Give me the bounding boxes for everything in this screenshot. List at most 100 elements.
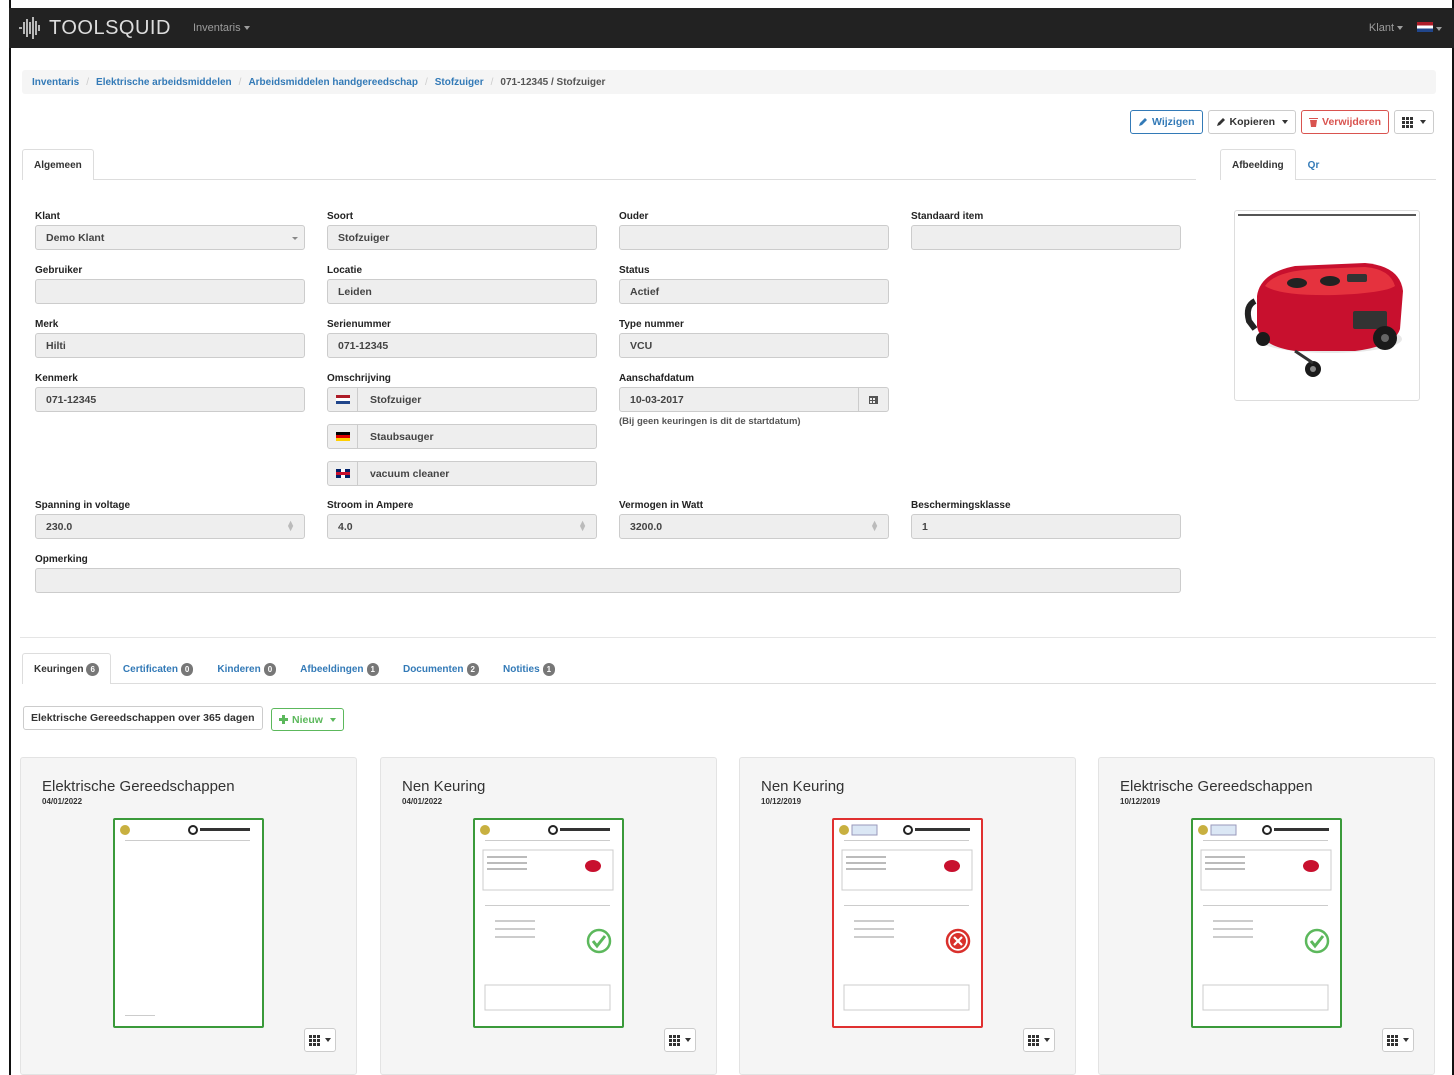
count-badge: 0 — [263, 662, 277, 676]
card-date: 10/12/2019 — [761, 797, 802, 806]
gebruiker-input[interactable] — [35, 279, 305, 304]
tab-algemeen[interactable]: Algemeen — [22, 149, 94, 180]
breadcrumb-current: 071-12345 / Stofzuiger — [500, 76, 606, 88]
breadcrumb-link[interactable]: Arbeidsmiddelen handgereedschap — [248, 77, 418, 88]
inspection-card[interactable]: Elektrische Gereedschappen 10/12/2019 — [1098, 757, 1435, 1075]
nav-menu-inventaris[interactable]: Inventaris — [193, 22, 250, 34]
copy-button-label: Kopieren — [1229, 116, 1276, 128]
card-date: 10/12/2019 — [1120, 797, 1161, 806]
omschrijving-de-input[interactable]: Staubsauger — [327, 424, 597, 449]
report-thumbnail[interactable] — [1191, 818, 1342, 1028]
tab-afbeelding[interactable]: Afbeelding — [1220, 149, 1296, 180]
omschrijving-en-input[interactable]: vacuum cleaner — [327, 461, 597, 486]
omschrijving-field: Omschrijving Stofzuiger Staubsauger vacu… — [327, 373, 597, 486]
spinner-icon[interactable]: ▲ ▼ — [578, 519, 587, 533]
edit-button[interactable]: Wijzigen — [1130, 110, 1203, 134]
serienummer-input[interactable]: 071-12345 — [327, 333, 597, 358]
status-input[interactable]: Actief — [619, 279, 889, 304]
ouder-label: Ouder — [619, 211, 649, 222]
tab-kinderen[interactable]: Kinderen 0 — [205, 653, 288, 684]
tab-notities[interactable]: Notities 1 — [491, 653, 567, 684]
card-options-button[interactable] — [664, 1028, 696, 1052]
spanning-input[interactable]: 230.0 ▲ ▼ — [35, 514, 305, 539]
status-label: Status — [619, 265, 650, 276]
spinner-icon[interactable]: ▲ ▼ — [286, 519, 295, 533]
inspection-card[interactable]: Nen Keuring 10/12/2019 — [739, 757, 1076, 1075]
grid-icon — [669, 1034, 680, 1046]
opmerking-label: Opmerking — [35, 554, 88, 565]
delete-button[interactable]: Verwijderen — [1301, 110, 1389, 134]
merk-field: Merk Hilti — [35, 319, 305, 358]
opmerking-input[interactable] — [35, 568, 1181, 593]
nav-client-menu[interactable]: Klant — [1369, 22, 1403, 34]
merk-input[interactable]: Hilti — [35, 333, 305, 358]
report-page-preview — [120, 825, 250, 1016]
copy-button[interactable]: Kopieren — [1207, 110, 1297, 134]
typenummer-input[interactable]: VCU — [619, 333, 889, 358]
card-options-button[interactable] — [1023, 1028, 1055, 1052]
nav-menu-label: Inventaris — [192, 22, 241, 34]
chevron-down-icon — [1282, 120, 1289, 124]
main-tabs: Algemeen — [22, 149, 1196, 180]
grid-icon — [309, 1034, 320, 1046]
section-divider — [20, 637, 1436, 638]
report-thumbnail[interactable] — [473, 818, 624, 1028]
beschermingsklasse-field: Beschermingsklasse 1 — [911, 500, 1181, 539]
spanning-value: 230.0 — [46, 520, 73, 533]
report-thumbnail[interactable] — [832, 818, 983, 1028]
kenmerk-input[interactable]: 071-12345 — [35, 387, 305, 412]
count-badge: 2 — [466, 662, 479, 676]
tab-label: Afbeeldingen — [300, 663, 364, 675]
language-menu[interactable] — [1417, 21, 1442, 35]
breadcrumb-separator: / — [424, 76, 428, 88]
delete-button-label: Verwijderen — [1322, 116, 1381, 128]
chevron-down-icon — [1397, 26, 1403, 31]
tab-certificaten[interactable]: Certificaten 0 — [111, 653, 205, 684]
card-options-button[interactable] — [304, 1028, 336, 1052]
more-options-button[interactable] — [1394, 110, 1434, 134]
tab-qr[interactable]: Qr — [1296, 149, 1332, 180]
report-page-preview — [839, 824, 973, 1011]
tab-keuringen[interactable]: Keuringen 6 — [22, 653, 111, 684]
product-image-frame[interactable] — [1234, 210, 1420, 401]
klant-select[interactable]: Demo Klant — [35, 225, 305, 250]
inspection-card[interactable]: Nen Keuring 04/01/2022 — [380, 757, 717, 1075]
spinner-icon[interactable]: ▲ ▼ — [870, 519, 879, 533]
locatie-input[interactable]: Leiden — [327, 279, 597, 304]
aanschafdatum-hint: (Bij geen keuringen is dit de startdatum… — [619, 416, 801, 427]
omschrijving-nl-input[interactable]: Stofzuiger — [327, 387, 597, 412]
inspection-card[interactable]: Elektrische Gereedschappen 04/01/2022 — [20, 757, 357, 1075]
breadcrumb-separator: / — [238, 76, 242, 88]
breadcrumb-link[interactable]: Stofzuiger — [435, 77, 484, 88]
new-button[interactable]: Nieuw — [271, 708, 344, 731]
klant-label: Klant — [35, 211, 60, 222]
gebruiker-label: Gebruiker — [35, 265, 83, 276]
card-options-button[interactable] — [1382, 1028, 1414, 1052]
vermogen-input[interactable]: 3200.0 ▲ ▼ — [619, 514, 889, 539]
calendar-button[interactable] — [858, 388, 888, 411]
flag-de-addon — [328, 425, 358, 448]
locatie-value: Leiden — [338, 285, 372, 298]
ouder-input[interactable] — [619, 225, 889, 250]
card-title: Elektrische Gereedschappen — [1120, 778, 1313, 795]
aanschafdatum-input[interactable]: 10-03-2017 — [619, 387, 889, 412]
chevron-down-icon — [325, 1038, 331, 1042]
edit-button-label: Wijzigen — [1152, 116, 1195, 128]
breadcrumb-link[interactable]: Elektrische arbeidsmiddelen — [96, 77, 232, 88]
filter-button[interactable]: Elektrische Gereedschappen over 365 dage… — [23, 706, 263, 730]
tab-afbeeldingen[interactable]: Afbeeldingen 1 — [288, 653, 391, 684]
stroom-label: Stroom in Ampere — [327, 500, 414, 511]
standaard-item-input[interactable] — [911, 225, 1181, 250]
tab-documenten[interactable]: Documenten 2 — [391, 653, 491, 684]
flag-nl-icon — [1417, 21, 1433, 32]
beschermingsklasse-input[interactable]: 1 — [911, 514, 1181, 539]
brand[interactable]: TOOLSQUID — [17, 16, 171, 40]
bottom-tabs: Keuringen 6 Certificaten 0 Kinderen 0 Afbee… — [22, 653, 1436, 684]
stroom-field: Stroom in Ampere 4.0 ▲ ▼ — [327, 500, 597, 539]
stroom-input[interactable]: 4.0 ▲ ▼ — [327, 514, 597, 539]
soort-input[interactable]: Stofzuiger — [327, 225, 597, 250]
breadcrumb-link[interactable]: Inventaris — [32, 77, 79, 88]
stroom-value: 4.0 — [338, 520, 353, 533]
report-thumbnail[interactable] — [113, 818, 264, 1028]
navbar: TOOLSQUID Inventaris Klant — [9, 8, 1454, 48]
